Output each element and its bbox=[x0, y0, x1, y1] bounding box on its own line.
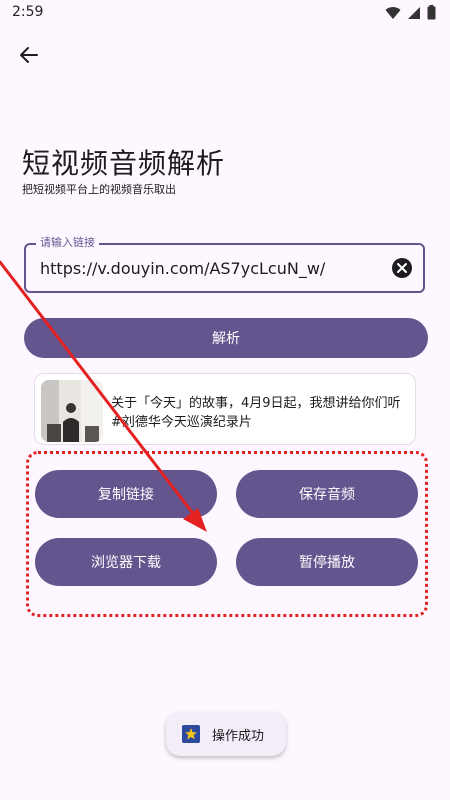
clear-button[interactable] bbox=[391, 257, 413, 279]
page-title: 短视频音频解析 bbox=[22, 147, 226, 180]
status-icons bbox=[385, 5, 436, 20]
status-bar: 2:59 bbox=[0, 0, 450, 28]
toast-text: 操作成功 bbox=[212, 728, 265, 744]
link-input[interactable] bbox=[40, 245, 380, 291]
clear-icon bbox=[392, 258, 412, 278]
page-subtitle: 把短视频平台上的视频音乐取出 bbox=[22, 183, 176, 196]
status-time: 2:59 bbox=[12, 4, 44, 20]
toast: 操作成功 bbox=[166, 712, 286, 756]
result-card[interactable]: 关于「今天」的故事，4月9日起，我想讲给你们听 #刘德华今天巡演纪录片 bbox=[34, 373, 416, 445]
video-thumbnail bbox=[41, 380, 103, 442]
annotation-highlight-box bbox=[26, 451, 428, 617]
link-field[interactable]: 请输入链接 bbox=[24, 236, 425, 293]
wifi-icon bbox=[385, 6, 401, 19]
signal-icon bbox=[408, 6, 420, 19]
video-thumbnail-image bbox=[41, 380, 103, 442]
star-icon bbox=[182, 725, 200, 743]
back-button[interactable] bbox=[14, 40, 44, 70]
arrow-left-icon bbox=[20, 47, 38, 63]
battery-icon bbox=[427, 5, 436, 20]
parse-button[interactable]: 解析 bbox=[24, 318, 428, 358]
video-title: 关于「今天」的故事，4月9日起，我想讲给你们听 #刘德华今天巡演纪录片 bbox=[111, 396, 401, 430]
